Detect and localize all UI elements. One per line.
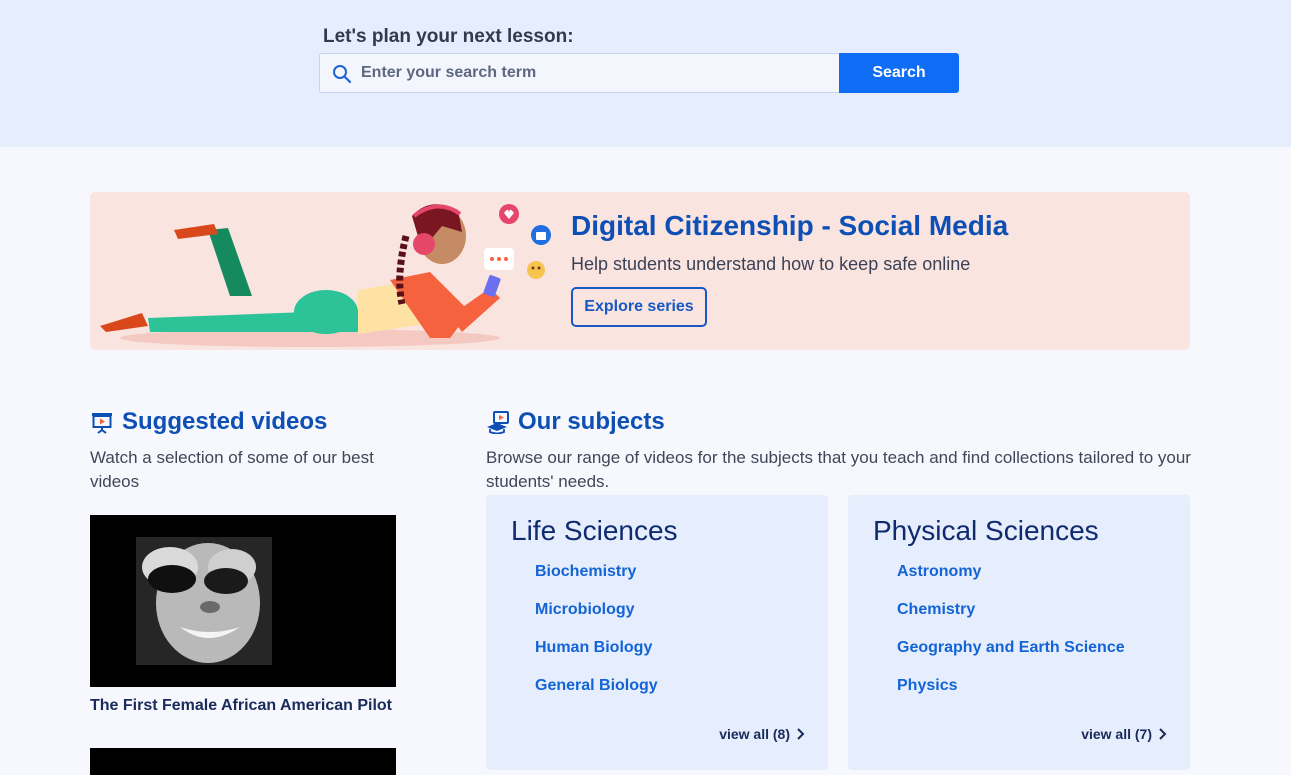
our-subjects-title: Our subjects xyxy=(518,408,665,435)
view-all-link[interactable]: view all (8) xyxy=(719,726,806,742)
subject-card-life-sciences: Life Sciences Biochemistry Microbiology … xyxy=(486,495,828,770)
our-subjects-heading: Our subjects xyxy=(486,408,665,436)
subject-link-microbiology[interactable]: Microbiology xyxy=(535,601,635,618)
view-all-link[interactable]: view all (7) xyxy=(1081,726,1168,742)
banner-title: Digital Citizenship - Social Media xyxy=(571,210,1009,241)
subject-link-astronomy[interactable]: Astronomy xyxy=(897,563,981,580)
search-header: Let's plan your next lesson: Search xyxy=(0,0,1291,147)
subject-card-physical-sciences: Physical Sciences Astronomy Chemistry Ge… xyxy=(848,495,1190,770)
our-subjects-description: Browse our range of videos for the subje… xyxy=(486,448,1191,491)
search-title: Let's plan your next lesson: xyxy=(323,26,574,47)
chevron-right-icon xyxy=(797,728,805,740)
subject-link-physics[interactable]: Physics xyxy=(897,677,957,694)
suggested-videos-description: Watch a selection of some of our best vi… xyxy=(90,448,374,491)
subject-link-biochemistry[interactable]: Biochemistry xyxy=(535,563,636,580)
banner-subtitle: Help students understand how to keep saf… xyxy=(571,254,971,274)
chevron-right-icon xyxy=(1159,728,1167,740)
search-input[interactable] xyxy=(361,54,831,92)
subject-link-chemistry[interactable]: Chemistry xyxy=(897,601,975,618)
girl-with-phone-illustration xyxy=(100,204,551,347)
search-button[interactable]: Search xyxy=(839,53,959,93)
subjects-video-icon xyxy=(487,411,509,434)
subject-card-title[interactable]: Physical Sciences xyxy=(873,515,1099,547)
explore-series-button[interactable]: Explore series xyxy=(571,287,707,327)
subject-card-title[interactable]: Life Sciences xyxy=(511,515,678,547)
video-thumbnail[interactable] xyxy=(90,515,396,687)
suggested-videos-title: Suggested videos xyxy=(122,408,328,435)
search-box[interactable] xyxy=(319,53,841,93)
subject-link-geography-earth-science[interactable]: Geography and Earth Science xyxy=(897,639,1125,656)
video-thumbnail-2[interactable] xyxy=(90,748,396,775)
search-icon xyxy=(333,65,352,84)
subject-link-list: Astronomy Chemistry Geography and Earth … xyxy=(897,563,1125,715)
view-all-label: view all (8) xyxy=(719,726,790,742)
pilot-portrait-image xyxy=(136,537,272,665)
view-all-label: view all (7) xyxy=(1081,726,1152,742)
video-title[interactable]: The First Female African American Pilot xyxy=(90,697,392,715)
featured-banner[interactable]: Digital Citizenship - Social Media Help … xyxy=(90,192,1190,350)
suggested-videos-heading: Suggested videos xyxy=(90,408,327,436)
subject-link-list: Biochemistry Microbiology Human Biology … xyxy=(535,563,658,715)
subject-link-general-biology[interactable]: General Biology xyxy=(535,677,658,694)
subject-link-human-biology[interactable]: Human Biology xyxy=(535,639,652,656)
presentation-video-icon xyxy=(92,413,112,434)
